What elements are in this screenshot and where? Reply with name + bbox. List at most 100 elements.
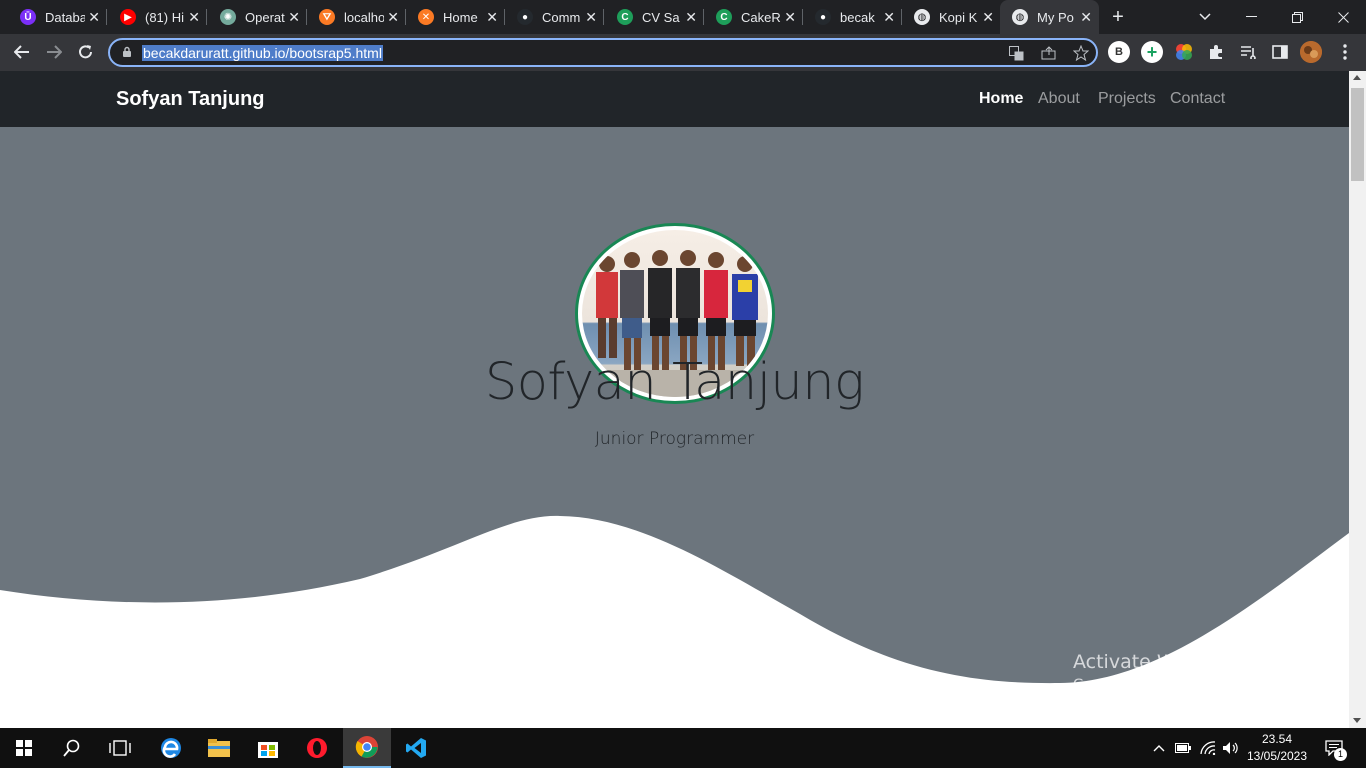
search-icon — [63, 739, 80, 757]
youtube-icon: ▶ — [120, 9, 136, 25]
close-tab-icon[interactable]: ✕ — [88, 10, 100, 24]
close-tab-icon[interactable]: ✕ — [685, 10, 697, 24]
tab-title: (81) Hi — [145, 9, 185, 25]
tab-title: My Po — [1037, 9, 1074, 25]
github-icon: ● — [517, 9, 533, 25]
browser-tab[interactable]: ◍ Kopi K ✕ — [902, 0, 1001, 34]
reload-button[interactable] — [73, 39, 99, 65]
browser-tab[interactable]: ● becak ✕ — [803, 0, 902, 34]
add-extension-icon[interactable]: + — [1141, 41, 1163, 63]
browser-tab[interactable]: ◍ My Po ✕ — [1000, 0, 1099, 34]
tab-title: CakeR — [741, 9, 781, 25]
browser-tab[interactable]: C CV Sa ✕ — [605, 0, 704, 34]
translate-icon[interactable] — [1007, 44, 1025, 62]
task-view-button[interactable] — [96, 728, 144, 768]
windows-taskbar: 23.54 13/05/2023 1 — [0, 728, 1366, 768]
arrow-left-icon — [14, 45, 29, 59]
close-tab-icon[interactable]: ✕ — [288, 10, 300, 24]
profile-avatar[interactable] — [1300, 41, 1322, 63]
browser-tab[interactable]: C CakeR ✕ — [704, 0, 803, 34]
microsoft-store-taskbar-icon[interactable] — [244, 728, 292, 768]
close-tab-icon[interactable]: ✕ — [784, 10, 796, 24]
close-tab-icon[interactable]: ✕ — [1080, 10, 1092, 24]
close-tab-icon[interactable]: ✕ — [883, 10, 895, 24]
edge-taskbar-icon[interactable] — [147, 728, 195, 768]
tab-search-button[interactable] — [1182, 0, 1228, 34]
volume-icon[interactable] — [1222, 739, 1240, 757]
bookmark-star-icon[interactable] — [1072, 44, 1090, 62]
wave-divider — [0, 515, 1349, 728]
close-tab-icon[interactable]: ✕ — [982, 10, 994, 24]
site-navbar: Sofyan Tanjung Home About Projects Conta… — [0, 71, 1349, 127]
wifi-icon[interactable] — [1199, 739, 1217, 757]
restore-button[interactable] — [1274, 0, 1320, 34]
clock-date[interactable]: 13/05/2023 — [1245, 749, 1309, 763]
media-queue-icon[interactable] — [1237, 41, 1259, 63]
search-button[interactable] — [48, 728, 96, 768]
clock-time[interactable]: 23.54 — [1249, 732, 1305, 746]
browser-tab[interactable]: ✺ Operat ✕ — [208, 0, 307, 34]
notification-count-badge: 1 — [1334, 748, 1347, 761]
xampp-icon: ✕ — [418, 9, 434, 25]
back-button[interactable] — [9, 39, 35, 65]
minimize-icon — [1245, 16, 1257, 17]
hero-name: Sofyan Tanjung — [484, 353, 865, 412]
battery-icon[interactable] — [1174, 739, 1192, 757]
chrome-taskbar-icon[interactable] — [343, 728, 391, 768]
web-page: Sofyan Tanjung Home About Projects Conta… — [0, 71, 1349, 728]
tab-title: Operat — [245, 9, 285, 25]
browser-tab[interactable]: Ū Database✕ — [8, 0, 107, 34]
activate-windows-title: Activate Windows — [1073, 651, 1242, 673]
close-tab-icon[interactable]: ✕ — [188, 10, 200, 24]
close-tab-icon[interactable]: ✕ — [486, 10, 498, 24]
minimize-button[interactable] — [1228, 0, 1274, 34]
scroll-down-arrow-icon[interactable] — [1353, 718, 1361, 723]
browser-tab[interactable]: ⛛ localho ✕ — [307, 0, 406, 34]
close-tab-icon[interactable]: ✕ — [585, 10, 597, 24]
browser-toolbar: becakdaruratt.github.io/bootsrap5.html B… — [0, 34, 1366, 71]
url-text[interactable]: becakdaruratt.github.io/bootsrap5.html — [142, 45, 383, 61]
lock-icon[interactable] — [122, 46, 132, 57]
extensions-puzzle-icon[interactable] — [1205, 41, 1227, 63]
share-icon[interactable] — [1040, 44, 1058, 62]
chevron-down-icon — [1199, 13, 1211, 21]
close-window-button[interactable] — [1320, 0, 1366, 34]
opera-taskbar-icon[interactable] — [293, 728, 341, 768]
side-panel-icon[interactable] — [1269, 41, 1291, 63]
forward-button[interactable] — [41, 39, 67, 65]
scroll-up-arrow-icon[interactable] — [1353, 75, 1361, 80]
show-hidden-icons-chevron-up-icon[interactable] — [1150, 739, 1168, 757]
tab-separator — [206, 9, 207, 25]
browser-tab[interactable]: ✕ Home ✕ — [406, 0, 505, 34]
globe-icon: ◍ — [1012, 9, 1028, 25]
chrome-menu-icon[interactable] — [1334, 41, 1356, 63]
arrow-right-icon — [47, 45, 62, 59]
nav-link-home[interactable]: Home — [979, 90, 1023, 108]
profile-b-avatar[interactable]: B — [1108, 41, 1130, 63]
new-tab-button[interactable]: + — [1107, 6, 1129, 28]
nav-link-projects[interactable]: Projects — [1098, 90, 1156, 108]
hero-subtitle: Junior Programmer — [594, 429, 755, 449]
scroll-thumb[interactable] — [1351, 88, 1364, 181]
github-icon: ● — [815, 9, 831, 25]
vscode-taskbar-icon[interactable] — [392, 728, 440, 768]
nav-link-contact[interactable]: Contact — [1170, 90, 1225, 108]
nav-link-about[interactable]: About — [1038, 90, 1080, 108]
start-button[interactable] — [0, 728, 48, 768]
windows-logo-icon — [16, 740, 32, 756]
tab-title: Database — [45, 9, 85, 25]
reload-icon — [79, 45, 92, 59]
file-explorer-taskbar-icon[interactable] — [195, 728, 243, 768]
address-bar[interactable]: becakdaruratt.github.io/bootsrap5.html — [108, 38, 1098, 67]
tab-title: becak — [840, 9, 875, 25]
page-scrollbar[interactable] — [1349, 71, 1366, 728]
browser-tab[interactable]: ● Comm ✕ — [505, 0, 604, 34]
tab-title: Home — [443, 9, 478, 25]
browser-tab[interactable]: ▶ (81) Hi ✕ — [108, 0, 207, 34]
color-picker-extension-icon[interactable] — [1173, 41, 1195, 63]
close-icon — [1337, 11, 1349, 23]
database-icon: Ū — [20, 9, 36, 25]
site-brand[interactable]: Sofyan Tanjung — [116, 88, 265, 111]
chatgpt-icon: ✺ — [220, 9, 236, 25]
close-tab-icon[interactable]: ✕ — [387, 10, 399, 24]
